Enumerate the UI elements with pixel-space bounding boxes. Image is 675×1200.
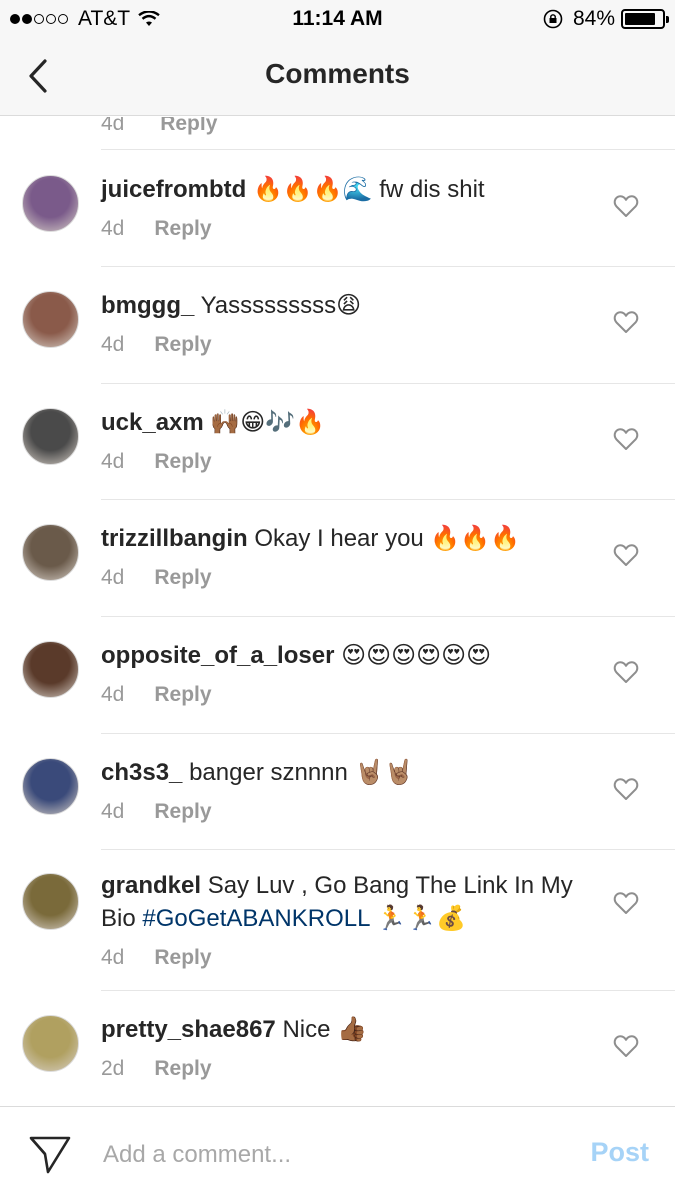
comment-message: Okay I hear you 🔥🔥🔥 [247, 525, 521, 552]
comment-text: opposite_of_a_loser 😍😍😍😍😍😍 [101, 639, 585, 672]
heart-icon[interactable] [613, 427, 639, 451]
comment-body: uck_axm 🙌🏾😁🎶🔥 4d Reply [101, 406, 585, 478]
comment-message: 😍😍😍😍😍😍 [334, 642, 492, 669]
comment-time: 4d [101, 566, 125, 589]
comment-text: grandkel Say Luv , Go Bang The Link In M… [101, 869, 585, 935]
heart-icon[interactable] [613, 777, 639, 801]
comment-row[interactable]: ch3s3_ banger sznnnn 🤘🏽🤘🏽 4d Reply [0, 733, 675, 850]
comment-meta: 4d Reply [101, 561, 585, 594]
comment-body: grandkel Say Luv , Go Bang The Link In M… [101, 869, 585, 974]
comment-message: banger sznnnn 🤘🏽🤘🏽 [182, 759, 415, 786]
comment-meta: 2d Reply [101, 1052, 585, 1085]
comments-list[interactable]: 4d Reply juicefrombtd 🔥🔥🔥🌊 fw dis shit 4d… [0, 117, 675, 1105]
comment-body: trizzillbangin Okay I hear you 🔥🔥🔥 4d Repl… [101, 522, 585, 594]
partial-comment-meta: 4d Reply [101, 117, 217, 136]
comment-username[interactable]: trizzillbangin [101, 525, 248, 552]
avatar[interactable] [22, 641, 79, 698]
comment-message: 🔥🔥🔥🌊 fw dis shit [246, 176, 485, 203]
comment-username[interactable]: grandkel [101, 872, 201, 899]
comment-row[interactable]: bmggg_ Yasssssssss😩 4d Reply [0, 266, 675, 384]
avatar[interactable] [22, 524, 79, 581]
reply-button[interactable]: Reply [154, 217, 211, 240]
reply-button[interactable]: Reply [154, 1057, 211, 1080]
page-title: Comments [265, 58, 410, 89]
heart-icon[interactable] [613, 1034, 639, 1058]
avatar[interactable] [22, 873, 79, 930]
comment-time: 4d [101, 333, 125, 356]
comment-body: pretty_shae867 Nice 👍🏾 2d Reply [101, 1013, 585, 1085]
comment-username[interactable]: ch3s3_ [101, 759, 182, 786]
heart-icon[interactable] [613, 310, 639, 334]
avatar[interactable] [22, 291, 79, 348]
comment-time: 4d [101, 217, 125, 240]
comment-meta: 4d Reply [101, 795, 585, 828]
back-button[interactable] [18, 56, 58, 96]
comment-username[interactable]: bmggg_ [101, 292, 194, 319]
paper-plane-icon[interactable] [28, 1135, 72, 1175]
battery-icon [621, 9, 669, 29]
comment-composer: Post [0, 1106, 675, 1200]
post-button[interactable]: Post [590, 1137, 649, 1168]
comment-text: uck_axm 🙌🏾😁🎶🔥 [101, 406, 585, 439]
comment-body: opposite_of_a_loser 😍😍😍😍😍😍 4d Reply [101, 639, 585, 711]
comment-username[interactable]: opposite_of_a_loser [101, 642, 334, 669]
comment-time: 4d [101, 800, 125, 823]
comment-body: juicefrombtd 🔥🔥🔥🌊 fw dis shit 4d Reply [101, 173, 585, 245]
comment-row[interactable]: juicefrombtd 🔥🔥🔥🌊 fw dis shit 4d Reply [0, 150, 675, 267]
reply-button[interactable]: Reply [154, 946, 211, 969]
comment-message: 🙌🏾😁🎶🔥 [203, 409, 326, 436]
heart-icon[interactable] [613, 660, 639, 684]
comment-text: pretty_shae867 Nice 👍🏾 [101, 1013, 585, 1046]
comment-message: Yasssssssss😩 [194, 292, 362, 319]
avatar[interactable] [22, 175, 79, 232]
comment-text: bmggg_ Yasssssssss😩 [101, 289, 585, 322]
comment-message: Nice 👍🏾 [275, 1016, 368, 1043]
comment-meta: 4d Reply [101, 212, 585, 245]
comment-meta: 4d Reply [101, 678, 585, 711]
comment-row[interactable]: opposite_of_a_loser 😍😍😍😍😍😍 4d Reply [0, 616, 675, 734]
chevron-left-icon [29, 59, 47, 93]
comment-meta: 4d Reply [101, 328, 585, 361]
comment-meta: 4d Reply [101, 941, 585, 974]
heart-icon[interactable] [613, 543, 639, 567]
comment-time: 4d [101, 683, 125, 706]
comment-time: 4d [101, 117, 125, 135]
comment-time: 4d [101, 946, 125, 969]
orientation-lock-icon [543, 9, 563, 29]
comment-meta: 4d Reply [101, 445, 585, 478]
avatar[interactable] [22, 1015, 79, 1072]
avatar[interactable] [22, 408, 79, 465]
comment-row[interactable]: trizzillbangin Okay I hear you 🔥🔥🔥 4d Repl… [0, 499, 675, 617]
reply-button[interactable]: Reply [154, 566, 211, 589]
reply-button[interactable]: Reply [154, 450, 211, 473]
comment-username[interactable]: uck_axm [101, 409, 204, 436]
comment-text: ch3s3_ banger sznnnn 🤘🏽🤘🏽 [101, 756, 585, 789]
reply-button[interactable]: Reply [154, 800, 211, 823]
reply-button[interactable]: Reply [160, 117, 217, 135]
comment-username[interactable]: pretty_shae867 [101, 1016, 276, 1043]
status-bar: AT&T 11:14 AM 84% [0, 0, 675, 40]
hashtag-link[interactable]: #GoGetABANKROLL [142, 905, 369, 932]
comment-input[interactable] [103, 1135, 543, 1175]
comment-body: ch3s3_ banger sznnnn 🤘🏽🤘🏽 4d Reply [101, 756, 585, 828]
comment-text: trizzillbangin Okay I hear you 🔥🔥🔥 [101, 522, 585, 555]
reply-button[interactable]: Reply [154, 683, 211, 706]
avatar[interactable] [22, 758, 79, 815]
comment-row[interactable]: uck_axm 🙌🏾😁🎶🔥 4d Reply [0, 383, 675, 500]
reply-button[interactable]: Reply [154, 333, 211, 356]
heart-icon[interactable] [613, 194, 639, 218]
navigation-bar: Comments [0, 40, 675, 116]
status-right: 84% [543, 7, 669, 31]
comment-time: 4d [101, 450, 125, 473]
comment-body: bmggg_ Yasssssssss😩 4d Reply [101, 289, 585, 361]
comment-row[interactable]: pretty_shae867 Nice 👍🏾 2d Reply [0, 990, 675, 1105]
battery-percent: 84% [572, 7, 615, 30]
comment-time: 2d [101, 1057, 125, 1080]
comment-text: juicefrombtd 🔥🔥🔥🌊 fw dis shit [101, 173, 585, 206]
comment-username[interactable]: juicefrombtd [101, 176, 246, 203]
heart-icon[interactable] [613, 891, 639, 915]
comment-message-tail: 🏃🏃💰 [369, 905, 466, 932]
comment-row[interactable]: grandkel Say Luv , Go Bang The Link In M… [0, 849, 675, 991]
